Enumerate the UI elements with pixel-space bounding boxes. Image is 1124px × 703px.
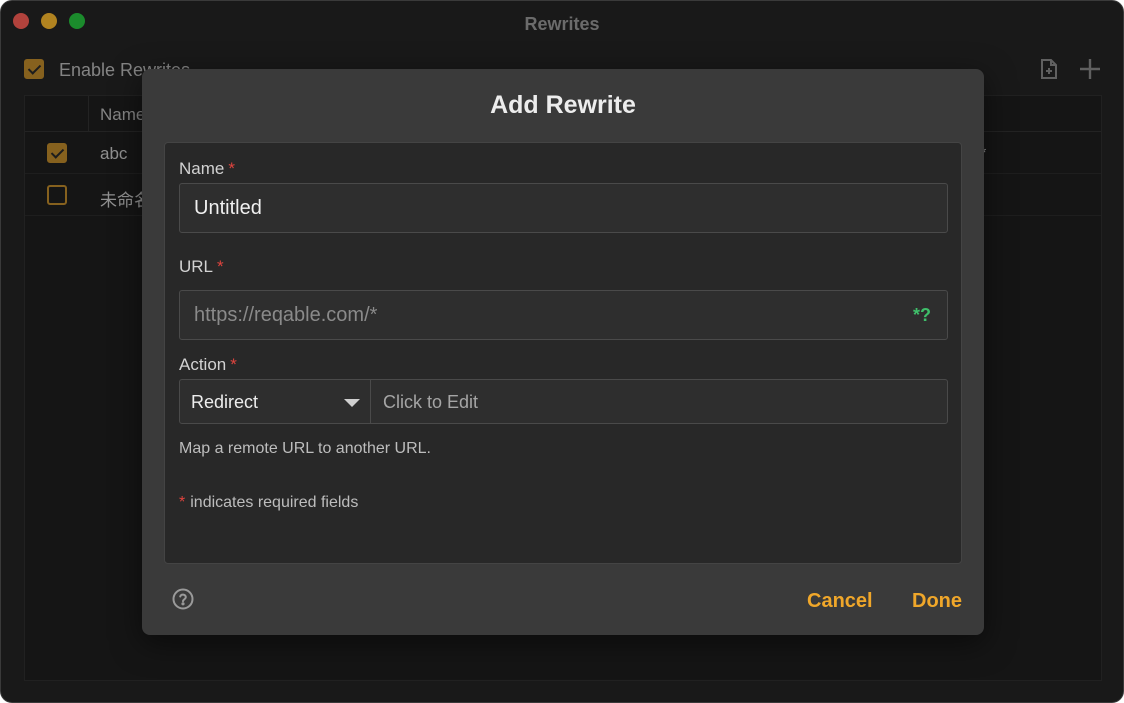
url-label-text: URL <box>179 257 214 276</box>
name-input[interactable] <box>179 183 948 233</box>
required-marker: * <box>230 355 237 374</box>
action-label-text: Action <box>179 355 227 374</box>
name-label-text: Name <box>179 159 225 178</box>
required-marker: * <box>228 159 235 178</box>
required-fields-note: * indicates required fields <box>179 494 358 512</box>
form-panel: Name* URL* *? Action* Redirect Click to … <box>164 142 962 564</box>
name-label: Name * <box>179 159 235 179</box>
required-marker: * <box>179 494 186 511</box>
action-row: Redirect Click to Edit <box>179 379 948 424</box>
url-label: URL * <box>179 257 224 277</box>
done-button[interactable]: Done <box>912 590 962 613</box>
cancel-button[interactable]: Cancel <box>807 590 873 613</box>
url-input[interactable] <box>179 290 948 340</box>
action-select[interactable]: Redirect <box>180 380 371 423</box>
action-label: Action * <box>179 355 237 375</box>
action-edit-field[interactable]: Click to Edit <box>383 392 478 413</box>
dialog-title: Add Rewrite <box>490 91 636 119</box>
question-circle-icon[interactable] <box>172 588 194 610</box>
required-marker: * <box>217 257 224 276</box>
action-select-value: Redirect <box>191 392 259 412</box>
rewrites-window: Rewrites Enable Rewrites Name abc /* 未命名 <box>0 0 1124 703</box>
action-hint: Map a remote URL to another URL. <box>179 440 431 457</box>
regex-toggle-button[interactable]: *? <box>913 305 931 326</box>
chevron-down-icon <box>344 399 360 407</box>
add-rewrite-dialog: Add Rewrite Name* URL* *? Action* Redire… <box>142 69 984 635</box>
required-note-text: indicates required fields <box>190 494 359 511</box>
